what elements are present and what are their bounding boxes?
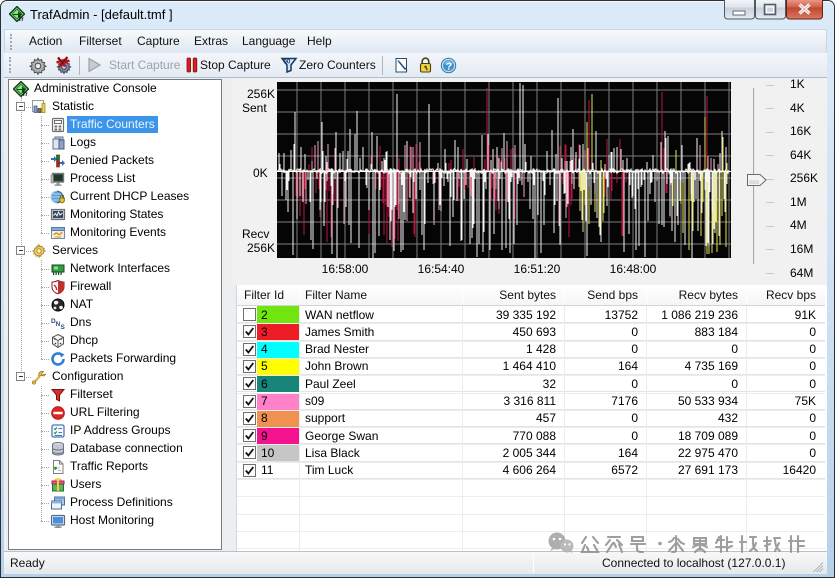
svg-text:Tr: Tr bbox=[18, 17, 24, 22]
svg-text:Tr: Tr bbox=[22, 92, 28, 97]
svg-text:00: 00 bbox=[284, 60, 291, 66]
svg-text:S: S bbox=[61, 324, 66, 331]
svg-text:?: ? bbox=[446, 61, 452, 73]
